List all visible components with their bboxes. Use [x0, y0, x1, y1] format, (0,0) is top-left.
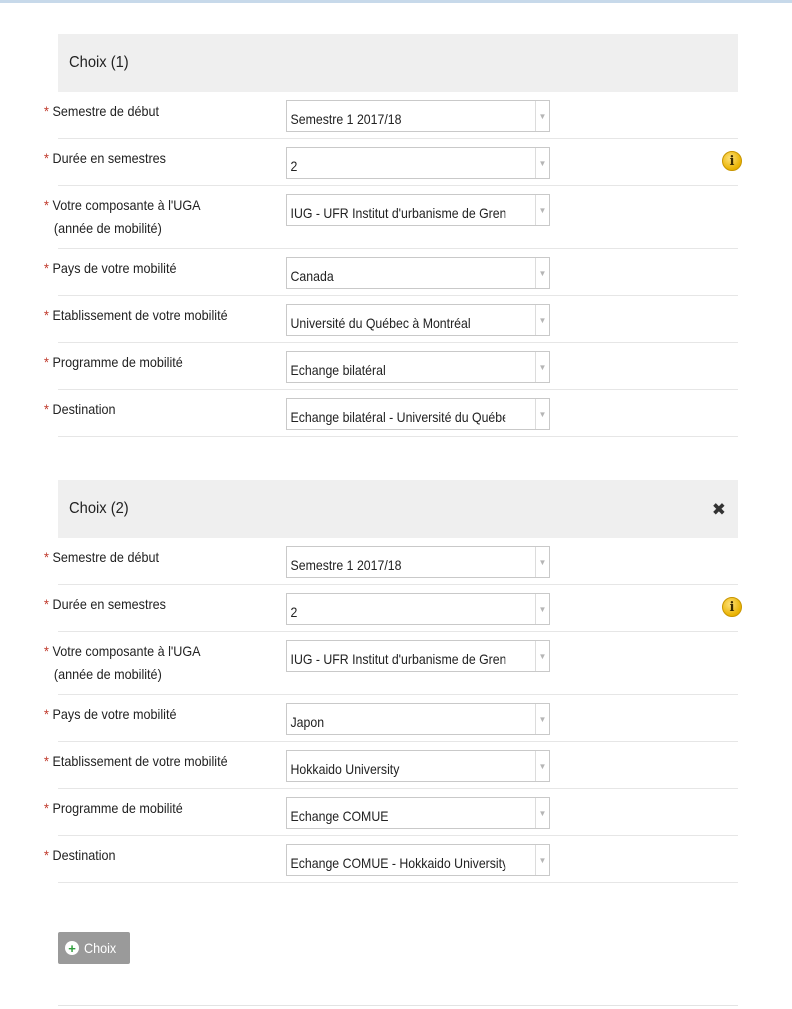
choice-title: Choix (2) [69, 500, 129, 517]
chevron-down-icon: ▼ [535, 641, 549, 671]
required-marker: * [44, 596, 49, 612]
divider [58, 1005, 738, 1006]
field-label: * Etablissement de votre mobilité [44, 307, 228, 323]
field-row-program: * Programme de mobilité Echange COMUE ▼ [44, 789, 738, 836]
field-row-country: * Pays de votre mobilité Canada ▼ [44, 249, 738, 296]
close-icon[interactable]: ✖ [712, 501, 728, 518]
field-label: * Votre composante à l'UGA (année de mobil… [44, 195, 260, 238]
required-marker: * [44, 260, 49, 276]
program-select[interactable]: Echange bilatéral ▼ [286, 351, 550, 383]
chevron-down-icon: ▼ [535, 305, 549, 335]
destination-select[interactable]: Echange COMUE - Hokkaido University ▼ [286, 844, 550, 876]
top-border [0, 0, 792, 3]
required-marker: * [44, 307, 49, 323]
destination-select[interactable]: Echange bilatéral - Université du Québec… [286, 398, 550, 430]
field-label: * Pays de votre mobilité [44, 706, 177, 722]
field-row-program: * Programme de mobilité Echange bilatéral… [44, 343, 738, 390]
field-row-duration: * Durée en semestres 2 ▼ i [44, 585, 742, 632]
plus-icon: + [65, 941, 79, 955]
required-marker: * [44, 847, 49, 863]
program-select[interactable]: Echange COMUE ▼ [286, 797, 550, 829]
info-icon[interactable]: i [722, 151, 742, 171]
field-label: * Destination [44, 401, 116, 417]
start-semester-select[interactable]: Semestre 1 2017/18 ▼ [286, 546, 550, 578]
field-label: * Semestre de début [44, 549, 159, 565]
required-marker: * [44, 197, 49, 213]
component-select[interactable]: IUG - UFR Institut d'urbanisme de Grenob… [286, 194, 550, 226]
chevron-down-icon: ▼ [535, 547, 549, 577]
field-row-component: * Votre composante à l'UGA (année de mobil… [44, 186, 738, 249]
chevron-down-icon: ▼ [535, 704, 549, 734]
field-label: * Programme de mobilité [44, 354, 183, 370]
add-choice-button[interactable]: + Choix [58, 932, 130, 964]
required-marker: * [44, 753, 49, 769]
field-row-destination: * Destination Echange COMUE - Hokkaido Un… [44, 836, 738, 883]
institution-select[interactable]: Hokkaido University ▼ [286, 750, 550, 782]
component-select[interactable]: IUG - UFR Institut d'urbanisme de Grenob… [286, 640, 550, 672]
choice-title: Choix (1) [69, 54, 129, 71]
institution-select[interactable]: Université du Québec à Montréal ▼ [286, 304, 550, 336]
required-marker: * [44, 354, 49, 370]
field-sublabel: (année de mobilité) [53, 220, 162, 236]
info-icon[interactable]: i [722, 597, 742, 617]
required-marker: * [44, 800, 49, 816]
field-row-destination: * Destination Echange bilatéral - Univers… [44, 390, 738, 437]
country-select[interactable]: Japon ▼ [286, 703, 550, 735]
chevron-down-icon: ▼ [535, 352, 549, 382]
chevron-down-icon: ▼ [535, 399, 549, 429]
field-label: * Durée en semestres [44, 596, 166, 612]
duration-select[interactable]: 2 ▼ [286, 593, 550, 625]
required-marker: * [44, 643, 49, 659]
field-row-institution: * Etablissement de votre mobilité Hokkaid… [44, 742, 738, 789]
chevron-down-icon: ▼ [535, 845, 549, 875]
required-marker: * [44, 401, 49, 417]
field-row-start-semester: * Semestre de début Semestre 1 2017/18 ▼ [44, 92, 738, 139]
field-label: * Semestre de début [44, 103, 159, 119]
choice-header: Choix (2) ✖ [58, 480, 738, 538]
chevron-down-icon: ▼ [535, 798, 549, 828]
required-marker: * [44, 103, 49, 119]
duration-select[interactable]: 2 ▼ [286, 147, 550, 179]
required-marker: * [44, 150, 49, 166]
field-label: * Programme de mobilité [44, 800, 183, 816]
field-sublabel: (année de mobilité) [53, 666, 162, 682]
chevron-down-icon: ▼ [535, 594, 549, 624]
required-marker: * [44, 706, 49, 722]
field-label: * Votre composante à l'UGA (année de mobil… [44, 641, 260, 684]
choice-panel-1: Choix (1) * Semestre de début Semestre 1 … [44, 34, 742, 437]
country-select[interactable]: Canada ▼ [286, 257, 550, 289]
required-marker: * [44, 549, 49, 565]
field-row-start-semester: * Semestre de début Semestre 1 2017/18 ▼ [44, 538, 738, 585]
add-choice-label: Choix [84, 940, 117, 956]
field-label: * Durée en semestres [44, 150, 166, 166]
chevron-down-icon: ▼ [535, 195, 549, 225]
chevron-down-icon: ▼ [535, 101, 549, 131]
field-row-component: * Votre composante à l'UGA (année de mobil… [44, 632, 738, 695]
field-row-duration: * Durée en semestres 2 ▼ i [44, 139, 742, 186]
start-semester-select[interactable]: Semestre 1 2017/18 ▼ [286, 100, 550, 132]
field-row-country: * Pays de votre mobilité Japon ▼ [44, 695, 738, 742]
chevron-down-icon: ▼ [535, 258, 549, 288]
chevron-down-icon: ▼ [535, 148, 549, 178]
choice-header: Choix (1) [58, 34, 738, 92]
field-row-institution: * Etablissement de votre mobilité Univers… [44, 296, 738, 343]
choice-panel-2: Choix (2) ✖ * Semestre de début Semestre … [44, 480, 742, 883]
field-label: * Destination [44, 847, 116, 863]
field-label: * Etablissement de votre mobilité [44, 753, 228, 769]
chevron-down-icon: ▼ [535, 751, 549, 781]
field-label: * Pays de votre mobilité [44, 260, 177, 276]
